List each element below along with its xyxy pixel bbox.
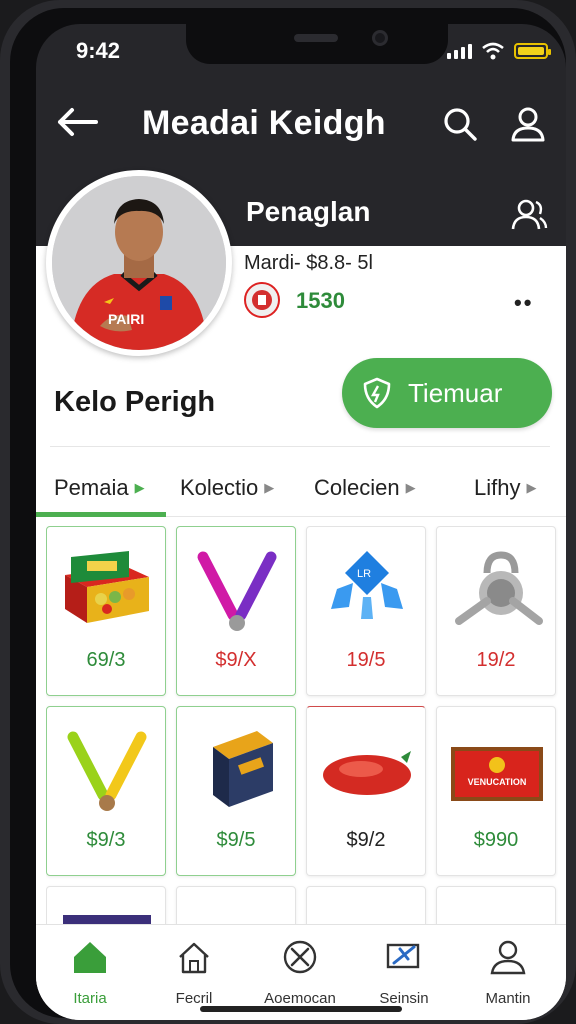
product-price: $9/5	[216, 829, 256, 851]
product-image	[187, 897, 287, 924]
product-card[interactable]	[436, 886, 556, 924]
follow-label: Tiemuar	[408, 377, 503, 408]
shield-icon	[363, 377, 391, 409]
product-card[interactable]: 69/3	[46, 526, 166, 696]
sticks-image	[67, 731, 147, 811]
product-price: $9/X	[215, 649, 257, 671]
product-price: 69/3	[86, 649, 126, 671]
product-card[interactable]	[306, 886, 426, 924]
divider	[50, 446, 550, 447]
front-camera	[372, 30, 388, 46]
sticks-image	[197, 551, 277, 631]
nav-item-aoemocan[interactable]: Aoemocan	[250, 937, 350, 1007]
gems-image: LR	[331, 551, 403, 619]
signal-icon	[447, 43, 472, 59]
gift-box-image	[65, 551, 149, 623]
tab-bar: Pemaia ▶ Kolectio ▶ Colecien ▶ Lifhy ▶	[36, 460, 566, 516]
svg-text:PAIRI: PAIRI	[108, 311, 144, 327]
product-card[interactable]: $9/X	[176, 526, 296, 696]
search-icon[interactable]	[440, 104, 480, 144]
tab-label: Kolectio	[180, 475, 259, 500]
tab-colecien[interactable]: Colecien ▶	[314, 460, 416, 516]
tab-arrow-icon: ▶	[134, 480, 145, 495]
tab-label: Colecien	[314, 475, 400, 500]
avatar-photo: PAIRI	[52, 176, 226, 350]
profile-name: Penaglan	[246, 196, 371, 227]
wifi-icon	[482, 42, 504, 60]
top-bar: Meadai Keidgh	[36, 92, 566, 162]
nav-label: Mantin	[485, 990, 531, 1007]
tab-pemaia[interactable]: Pemaia ▶	[54, 460, 145, 516]
tab-kolectio[interactable]: Kolectio ▶	[180, 460, 274, 516]
product-card[interactable]: $9/5	[176, 706, 296, 876]
profile-meta: Mardi- $8.8- 5l	[244, 252, 373, 274]
product-card[interactable]: $9/2	[306, 706, 426, 876]
user-icon[interactable]	[508, 104, 548, 144]
nav-item-itaria[interactable]: Itaria	[40, 937, 140, 1007]
active-tab-indicator	[36, 512, 166, 517]
nav-label: Seinsin	[379, 990, 429, 1007]
red-stone-image	[323, 751, 411, 795]
phone-bezel: 9:42 Meadai Keidgh Penaglan PAIRI Mardi-…	[10, 8, 566, 1020]
product-image	[63, 915, 151, 924]
home-indicator	[200, 1006, 402, 1012]
screen: 9:42 Meadai Keidgh Penaglan PAIRI Mardi-…	[36, 24, 566, 1020]
product-card[interactable]: 19/2	[436, 526, 556, 696]
more-options-icon[interactable]: ••	[514, 290, 533, 316]
product-card[interactable]: $9/3	[46, 706, 166, 876]
notch	[186, 24, 448, 64]
house-outline-icon	[179, 942, 209, 974]
tab-label: Pemaia	[54, 475, 129, 500]
coin-balance: 1530	[296, 288, 345, 313]
profile-icon	[490, 940, 526, 975]
product-price: $9/2	[346, 829, 386, 851]
phone-frame: 9:42 Meadai Keidgh Penaglan PAIRI Mardi-…	[0, 0, 576, 1024]
nav-item-mantin[interactable]: Mantin	[458, 937, 558, 1007]
product-card[interactable]	[46, 886, 166, 924]
tab-label: Lifhy	[474, 475, 521, 500]
settings-icon	[386, 943, 420, 969]
nav-label: Fecril	[175, 990, 213, 1007]
home-icon	[74, 942, 106, 973]
avatar[interactable]: PAIRI	[46, 170, 232, 356]
product-price: 19/2	[476, 649, 516, 671]
tab-arrow-icon: ▶	[264, 480, 275, 495]
tab-lifhy[interactable]: Lifhy ▶	[474, 460, 536, 516]
lock-image	[455, 551, 543, 625]
product-image	[447, 897, 547, 924]
product-image	[317, 897, 417, 924]
product-price: $9/3	[86, 829, 126, 851]
back-arrow-icon[interactable]	[52, 102, 100, 142]
tools-icon	[283, 940, 317, 974]
product-price: $990	[473, 829, 519, 851]
product-card[interactable]: LR 19/5	[306, 526, 426, 696]
battery-icon	[514, 43, 551, 59]
nav-item-fecril[interactable]: Fecril	[144, 937, 244, 1007]
status-time: 9:42	[76, 38, 121, 63]
product-grid: 69/3 $9/X LR 19/5 19/2 $9/3 $9/5 $9/2 VE…	[46, 526, 558, 924]
follow-button[interactable]: Tiemuar	[342, 358, 552, 428]
banner-text: VENUCATION	[467, 777, 527, 787]
nav-item-seinsin[interactable]: Seinsin	[354, 937, 454, 1007]
friends-icon[interactable]	[510, 196, 548, 232]
banner-image	[451, 747, 543, 801]
tab-arrow-icon: ▶	[405, 480, 416, 495]
speaker	[294, 34, 338, 42]
product-card[interactable]: VENUCATION $990	[436, 706, 556, 876]
username: Kelo Perigh	[54, 386, 216, 418]
tab-arrow-icon: ▶	[526, 480, 537, 495]
coin-icon	[244, 282, 280, 318]
nav-label: Aoemocan	[264, 990, 336, 1007]
status-icons	[447, 42, 551, 60]
page-title: Meadai Keidgh	[142, 104, 386, 142]
box-image	[213, 731, 273, 807]
product-card[interactable]	[176, 886, 296, 924]
nav-label: Itaria	[73, 990, 107, 1007]
product-price: 19/5	[346, 649, 386, 671]
svg-text:LR: LR	[357, 568, 371, 580]
